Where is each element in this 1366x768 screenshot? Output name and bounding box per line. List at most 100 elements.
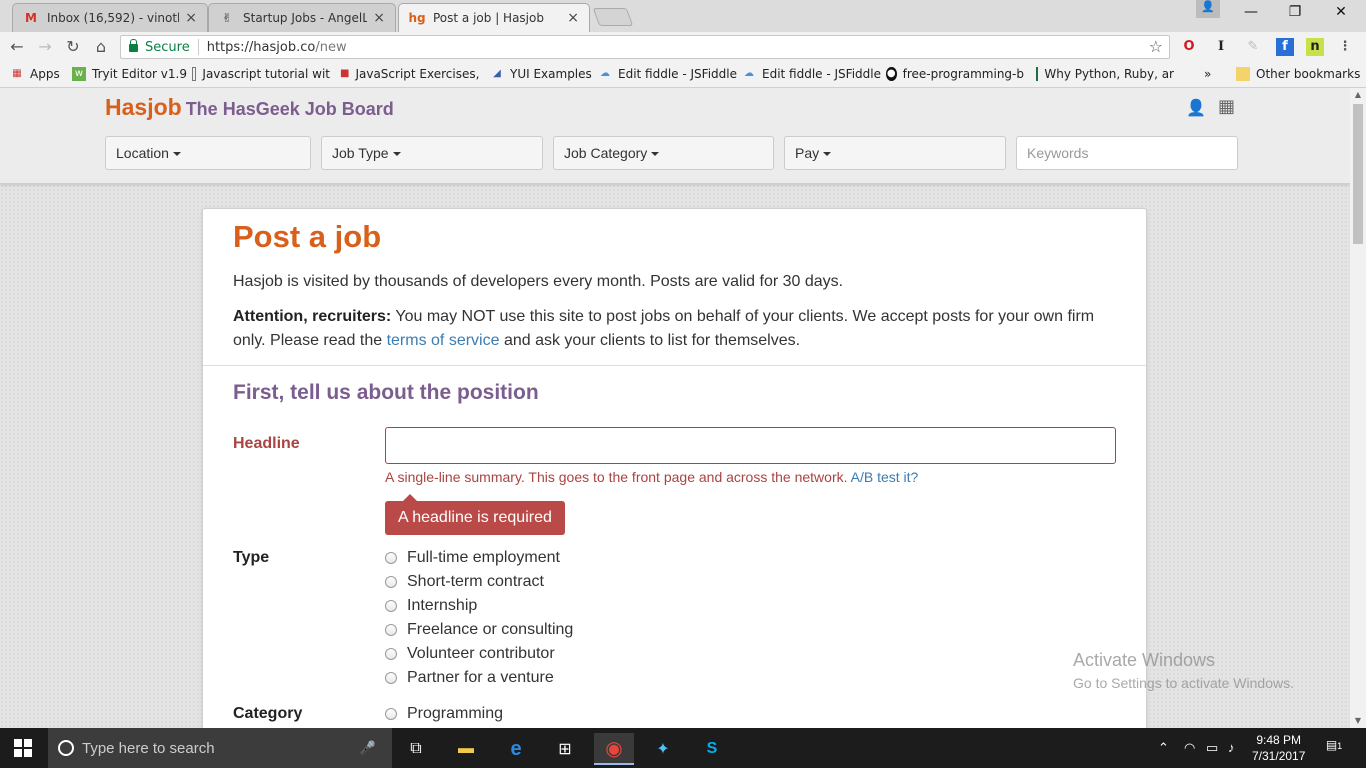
type-option-partner[interactable]: Partner for a venture [385,669,554,687]
browser-tab-strip: M Inbox (16,592) - vinoth.wi × ✌ Startup… [0,0,1366,32]
bookmark-item[interactable]: ■ JavaScript Exercises, F [340,67,480,81]
headline-input[interactable] [385,427,1116,464]
other-bookmarks[interactable]: Other bookmarks [1236,67,1360,81]
windows-taskbar: Type here to search 🎤 ⧉ ▬ e ⊞ ◉ ✦ S ⌃ ◠ … [0,728,1366,768]
page-scrollbar[interactable]: ▲ ▼ [1350,88,1366,728]
chrome-icon[interactable]: ◉ [594,733,634,765]
browser-toolbar: ← → ↻ ⌂ Secure https://hasjob.co/new ☆ O… [0,32,1366,62]
option-label: Volunteer contributor [407,645,555,662]
clock-date: 7/31/2017 [1252,749,1306,763]
forward-icon[interactable]: → [34,37,56,56]
brand[interactable]: Hasjob The HasGeek Job Board [105,94,394,121]
close-tab-icon[interactable]: × [185,10,197,26]
bookmark-item[interactable]: ☁ Edit fiddle - JSFiddle [598,67,737,81]
system-clock[interactable]: 9:48 PM 7/31/2017 [1252,732,1305,764]
new-tab-button[interactable] [592,8,634,26]
extension-icon[interactable]: n [1306,38,1324,56]
attention-label: Attention, recruiters: [233,308,392,325]
headline-error-message: A headline is required [385,494,565,535]
tab-angellist[interactable]: ✌ Startup Jobs - AngelList × [208,3,396,32]
scroll-up-icon[interactable]: ▲ [1350,88,1366,102]
type-option-volunteer[interactable]: Volunteer contributor [385,645,555,663]
windows-start-icon[interactable] [14,739,32,757]
radio-button[interactable] [385,708,397,720]
close-window-button[interactable]: ✕ [1326,4,1356,20]
store-icon[interactable]: ⊞ [545,733,585,765]
grid-menu-icon[interactable]: ▦ [1218,96,1235,117]
instapaper-extension-icon[interactable]: I [1212,38,1230,56]
filter-job-category[interactable]: Job Category [553,136,774,170]
volume-icon[interactable]: ♪ [1228,740,1235,755]
bookmark-item[interactable]: Javascript tutorial wit [192,67,330,81]
wifi-icon[interactable]: ◠ [1184,740,1195,756]
chevron-up-icon[interactable]: ⌃ [1158,740,1169,756]
bookmark-apps[interactable]: ▦ Apps [10,67,59,81]
extension-icon[interactable]: ✎ [1244,38,1262,56]
type-option-internship[interactable]: Internship [385,597,477,615]
radio-button[interactable] [385,576,397,588]
radio-button[interactable] [385,552,397,564]
filter-location[interactable]: Location [105,136,311,170]
radio-button[interactable] [385,624,397,636]
back-icon[interactable]: ← [6,37,28,56]
filter-label: Pay [795,145,820,161]
category-option-programming[interactable]: Programming [385,705,503,723]
bookmark-item[interactable]: ☁ Edit fiddle - JSFiddle [742,67,881,81]
terms-of-service-link[interactable]: terms of service [387,332,500,349]
bookmark-item[interactable]: w Tryit Editor v1.9 [72,67,187,81]
edge-icon[interactable]: e [496,733,536,765]
opera-extension-icon[interactable]: O [1180,38,1198,56]
bookmarks-overflow-button[interactable]: » [1204,67,1211,81]
site-logo[interactable]: Hasjob [105,94,182,120]
type-option-full-time[interactable]: Full-time employment [385,549,560,567]
reload-icon[interactable]: ↻ [62,37,84,56]
close-tab-icon[interactable]: × [567,10,579,26]
filter-job-type[interactable]: Job Type [321,136,543,170]
option-label: Internship [407,597,478,614]
notifications-icon[interactable]: ▤1 [1324,738,1344,756]
secure-indicator[interactable]: Secure [129,39,190,55]
type-option-short-term[interactable]: Short-term contract [385,573,544,591]
bookmark-item[interactable]: ● free-programming-b [886,67,1024,81]
scroll-thumb[interactable] [1353,104,1363,244]
font-extension-icon[interactable]: f [1276,38,1294,56]
radio-button[interactable] [385,672,397,684]
bookmark-item[interactable]: ◢ YUI Examples [490,67,592,81]
home-icon[interactable]: ⌂ [90,37,112,56]
radio-button[interactable] [385,648,397,660]
tab-gmail[interactable]: M Inbox (16,592) - vinoth.wi × [12,3,208,32]
cortana-icon [58,740,74,756]
gmail-icon: M [25,11,37,25]
type-label: Type [233,549,270,566]
bookmark-item[interactable]: Why Python, Ruby, ar [1036,67,1174,81]
tab-hasjob[interactable]: hg Post a job | Hasjob × [398,3,590,32]
page-icon [192,67,197,81]
restore-button[interactable]: ❐ [1280,4,1310,20]
filter-pay[interactable]: Pay [784,136,1006,170]
file-explorer-icon[interactable]: ▬ [446,733,486,765]
taskbar-search[interactable]: Type here to search 🎤 [48,728,392,768]
app-icon[interactable]: ✦ [643,733,683,765]
type-option-freelance[interactable]: Freelance or consulting [385,621,573,639]
skype-icon[interactable]: S [692,733,732,765]
minimize-button[interactable]: — [1236,4,1266,20]
ab-test-link[interactable]: A/B test it? [851,469,919,485]
address-bar[interactable]: Secure https://hasjob.co/new ☆ [120,35,1170,59]
radio-button[interactable] [385,600,397,612]
profile-icon[interactable]: 👤 [1196,0,1220,18]
jsfiddle-icon: ☁ [600,68,610,79]
user-icon[interactable]: 👤 [1186,98,1206,117]
microphone-icon[interactable]: 🎤 [360,740,376,756]
menu-icon[interactable]: ⋮ [1336,38,1354,56]
keywords-input[interactable]: Keywords [1016,136,1238,170]
bookmark-star-icon[interactable]: ☆ [1149,37,1163,56]
option-label: Partner for a venture [407,669,554,686]
clock-time: 9:48 PM [1256,733,1302,747]
scroll-down-icon[interactable]: ▼ [1350,714,1366,728]
close-tab-icon[interactable]: × [373,10,385,26]
bookmark-label: Why Python, Ruby, ar [1044,67,1174,81]
attention-notice: Attention, recruiters: You may NOT use t… [233,305,1113,353]
task-view-icon[interactable]: ⧉ [396,733,436,765]
url-host: https://hasjob.co [206,39,316,55]
battery-icon[interactable]: ▭ [1206,740,1218,756]
